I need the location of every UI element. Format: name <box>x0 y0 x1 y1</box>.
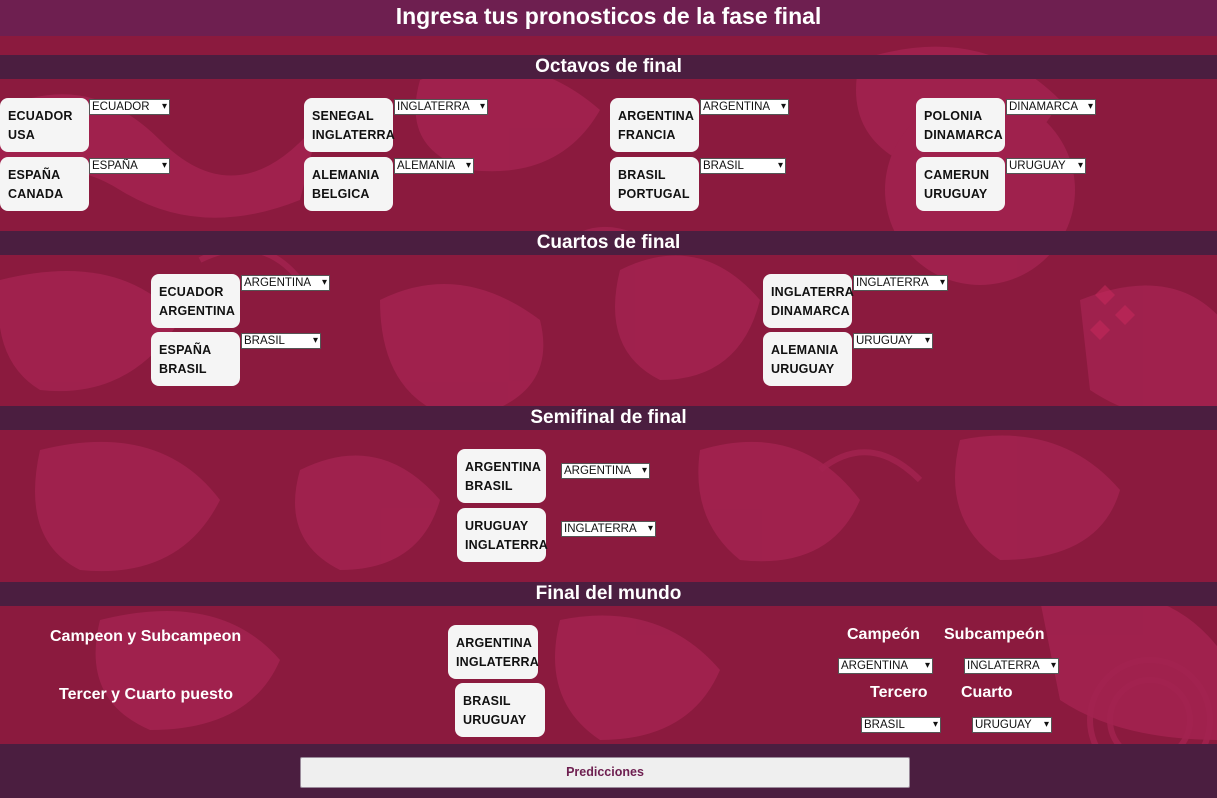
team-name: DINAMARCA <box>924 128 1003 142</box>
team-name: ARGENTINA <box>465 460 542 474</box>
winner-select[interactable]: INGLATERRA ▾ <box>561 521 656 537</box>
team-name: URUGUAY <box>771 362 835 376</box>
chevron-down-icon: ▾ <box>924 660 930 671</box>
team-name: FRANCIA <box>618 128 676 142</box>
cuarto-select[interactable]: URUGUAY ▾ <box>972 717 1052 733</box>
chevron-down-icon: ▾ <box>479 101 485 112</box>
chevron-down-icon: ▾ <box>939 277 945 288</box>
chevron-down-icon: ▾ <box>924 335 930 346</box>
match-card: URUGUAY INGLATERRA <box>457 508 549 562</box>
winner-select[interactable]: BRASIL ▾ <box>700 158 786 174</box>
team-name: PORTUGAL <box>618 187 690 201</box>
page-title: Ingresa tus pronosticos de la fase final <box>0 0 1217 36</box>
match-card: ECUADOR ARGENTINA <box>151 274 240 328</box>
team-name: URUGUAY <box>465 519 529 533</box>
match-card: SENEGAL INGLATERRA <box>304 98 396 152</box>
winner-select[interactable]: BRASIL ▾ <box>241 333 321 349</box>
tercer-cuarto-label: Tercer y Cuarto puesto <box>59 686 233 703</box>
winner-select[interactable]: URUGUAY ▾ <box>1006 158 1086 174</box>
winner-select[interactable]: ESPAÑA ▾ <box>89 158 170 174</box>
team-name: BRASIL <box>159 362 207 376</box>
team-name: INGLATERRA <box>456 655 540 669</box>
chevron-down-icon: ▾ <box>312 335 318 346</box>
match-card: ARGENTINA FRANCIA <box>610 98 699 152</box>
match-card: ARGENTINA BRASIL <box>457 449 546 503</box>
team-name: BRASIL <box>618 168 666 182</box>
chevron-down-icon: ▾ <box>161 160 167 171</box>
match-card: ESPAÑA CANADA <box>0 157 89 211</box>
chevron-down-icon: ▾ <box>932 719 938 730</box>
chevron-down-icon: ▾ <box>465 160 471 171</box>
team-name: SENEGAL <box>312 109 374 123</box>
final-match-card: ARGENTINA INGLATERRA <box>448 625 540 679</box>
team-name: ALEMANIA <box>312 168 380 182</box>
team-name: URUGUAY <box>924 187 988 201</box>
chevron-down-icon: ▾ <box>161 101 167 112</box>
winner-select[interactable]: INGLATERRA ▾ <box>853 275 948 291</box>
section-cuartos-heading: Cuartos de final <box>0 231 1217 255</box>
chevron-down-icon: ▾ <box>321 277 327 288</box>
match-card: BRASIL PORTUGAL <box>610 157 699 211</box>
team-name: ECUADOR <box>8 109 73 123</box>
chevron-down-icon: ▾ <box>647 523 653 534</box>
chevron-down-icon: ▾ <box>1077 160 1083 171</box>
section-final-heading: Final del mundo <box>0 582 1217 606</box>
chevron-down-icon: ▾ <box>1087 101 1093 112</box>
team-name: BRASIL <box>465 479 513 493</box>
background-pattern <box>0 0 1217 798</box>
chevron-down-icon: ▾ <box>1050 660 1056 671</box>
match-card: INGLATERRA DINAMARCA <box>763 274 855 328</box>
team-name: ARGENTINA <box>159 304 236 318</box>
campeon-subcampeon-label: Campeon y Subcampeon <box>50 628 242 645</box>
chevron-down-icon: ▾ <box>641 465 647 476</box>
team-name: ESPAÑA <box>8 168 61 182</box>
tercero-select[interactable]: BRASIL ▾ <box>861 717 941 733</box>
team-name: INGLATERRA <box>465 538 549 552</box>
team-name: ARGENTINA <box>618 109 695 123</box>
team-name: CANADA <box>8 187 64 201</box>
predicciones-button[interactable]: Predicciones <box>300 757 910 788</box>
winner-select[interactable]: ALEMANIA ▾ <box>394 158 474 174</box>
match-card: ALEMANIA BELGICA <box>304 157 393 211</box>
chevron-down-icon: ▾ <box>780 101 786 112</box>
match-card: ESPAÑA BRASIL <box>151 332 240 386</box>
match-card: POLONIA DINAMARCA <box>916 98 1005 152</box>
winner-select[interactable]: ARGENTINA ▾ <box>700 99 789 115</box>
team-name: USA <box>8 128 35 142</box>
chevron-down-icon: ▾ <box>777 160 783 171</box>
match-card: ECUADOR USA <box>0 98 89 152</box>
team-name: DINAMARCA <box>771 304 850 318</box>
campeon-label: Campeón <box>847 626 920 643</box>
team-name: BRASIL <box>463 694 511 708</box>
team-name: CAMERUN <box>924 168 990 182</box>
subcampeon-label: Subcampeón <box>944 626 1045 643</box>
winner-select[interactable]: URUGUAY ▾ <box>853 333 933 349</box>
winner-select[interactable]: DINAMARCA ▾ <box>1006 99 1096 115</box>
winner-select[interactable]: ARGENTINA ▾ <box>241 275 330 291</box>
team-name: ALEMANIA <box>771 343 839 357</box>
team-name: BELGICA <box>312 187 370 201</box>
team-name: INGLATERRA <box>312 128 396 142</box>
chevron-down-icon: ▾ <box>1043 719 1049 730</box>
team-name: ARGENTINA <box>456 636 533 650</box>
team-name: ESPAÑA <box>159 343 212 357</box>
match-card: ALEMANIA URUGUAY <box>763 332 852 386</box>
team-name: POLONIA <box>924 109 983 123</box>
subcampeon-select[interactable]: INGLATERRA ▾ <box>964 658 1059 674</box>
team-name: INGLATERRA <box>771 285 855 299</box>
winner-select[interactable]: ARGENTINA ▾ <box>561 463 650 479</box>
third-place-match-card: BRASIL URUGUAY <box>455 683 545 737</box>
match-card: CAMERUN URUGUAY <box>916 157 1005 211</box>
winner-select[interactable]: INGLATERRA ▾ <box>394 99 488 115</box>
campeon-select[interactable]: ARGENTINA ▾ <box>838 658 933 674</box>
cuarto-label: Cuarto <box>961 684 1013 701</box>
winner-select[interactable]: ECUADOR ▾ <box>89 99 170 115</box>
section-octavos-heading: Octavos de final <box>0 55 1217 79</box>
section-semifinal-heading: Semifinal de final <box>0 406 1217 430</box>
tercero-label: Tercero <box>870 684 928 701</box>
team-name: ECUADOR <box>159 285 224 299</box>
team-name: URUGUAY <box>463 713 527 727</box>
